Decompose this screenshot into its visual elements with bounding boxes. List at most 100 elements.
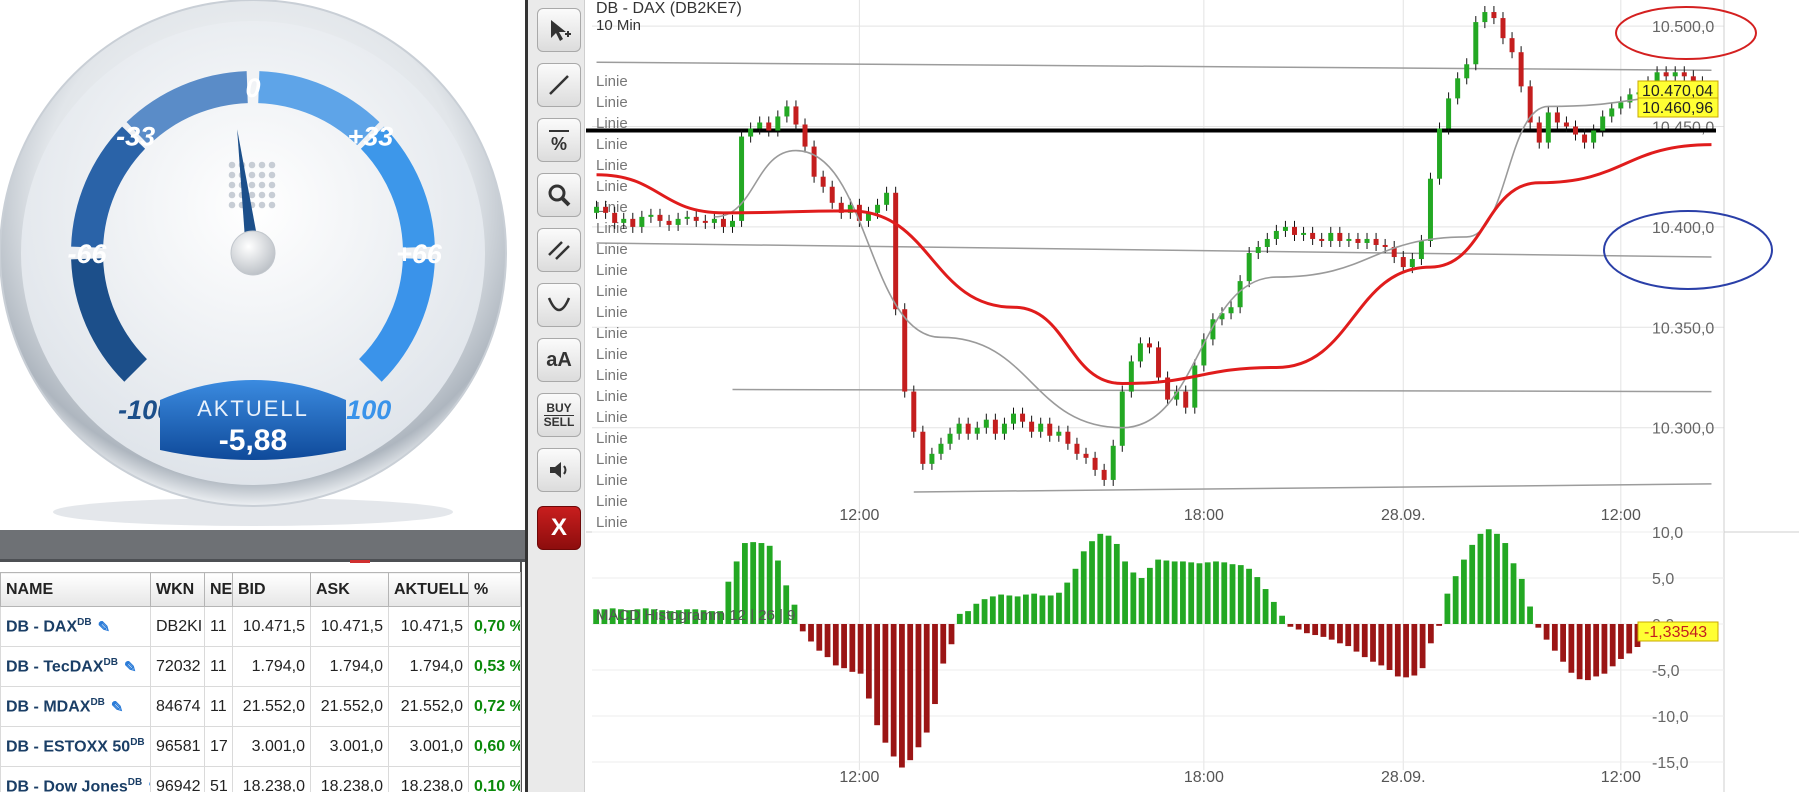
- candle: [1554, 112, 1560, 123]
- edit-pencil-icon[interactable]: ✎: [111, 698, 124, 716]
- trendline[interactable]: [732, 388, 1712, 393]
- line-label: Linie: [596, 472, 628, 489]
- macd-bar: [832, 624, 839, 666]
- table-row[interactable]: DB - ESTOXX 50DB✎96581173.001,03.001,03.…: [0, 726, 521, 767]
- price-tick-label: 10.400,0: [1652, 220, 1714, 237]
- macd-bar: [849, 624, 856, 672]
- cell-name[interactable]: DB - Dow JonesDB✎: [0, 766, 151, 792]
- candle: [884, 192, 890, 205]
- column-header-ask[interactable]: ASK: [310, 572, 389, 607]
- candle: [1183, 391, 1189, 408]
- close-chart-button[interactable]: X: [537, 506, 581, 550]
- column-header-ne[interactable]: NE: [204, 572, 233, 607]
- macd-bar: [1601, 624, 1608, 674]
- macd-bar: [998, 594, 1004, 624]
- candle: [1011, 413, 1016, 424]
- percent-tool-button[interactable]: %: [537, 118, 581, 162]
- sound-tool-button[interactable]: [537, 448, 581, 492]
- cell-ne: 11: [204, 646, 233, 687]
- cell-percent: 0,70 %: [468, 606, 521, 647]
- candle: [1319, 238, 1325, 241]
- candle: [702, 220, 708, 223]
- gauge-tick-label: +33: [347, 122, 393, 152]
- column-header-name[interactable]: NAME: [0, 572, 151, 607]
- candle: [775, 116, 781, 131]
- table-row[interactable]: DB - Dow JonesDB✎969425118.238,018.238,0…: [0, 766, 521, 792]
- candle: [811, 146, 817, 177]
- price-chart[interactable]: 10.300,0 10.350,0 10.400,0 10.450,0 10.500,0…: [586, 0, 1799, 792]
- column-header-aktuell[interactable]: AKTUELL: [388, 572, 469, 607]
- candle: [1464, 64, 1470, 79]
- table-row[interactable]: DB - DAXDB ✎ DB2KI 11 10.471,5 10.471,5 10.471…: [0, 606, 521, 647]
- candle: [1446, 98, 1452, 129]
- candle: [1101, 469, 1107, 480]
- cell-percent: 0,60 %: [468, 726, 521, 767]
- column-header-percent[interactable]: %: [468, 572, 521, 607]
- macd-tick-label: -10,0: [1652, 709, 1689, 726]
- macd-bar: [1411, 624, 1418, 676]
- macd-bar: [1576, 624, 1583, 680]
- moving-average-fast: [714, 93, 1712, 429]
- candle: [1328, 232, 1334, 241]
- line-label: Linie: [596, 325, 628, 342]
- cell-ne: 11: [204, 606, 233, 647]
- macd-axis: 10,05,00,0-5,0-10,0-15,0: [1652, 525, 1689, 772]
- macd-bar: [1337, 624, 1343, 644]
- candle: [612, 212, 618, 223]
- macd-bar: [816, 624, 823, 651]
- line-label: Linie: [596, 430, 628, 447]
- trendline[interactable]: [596, 61, 1712, 72]
- channel-tool-button[interactable]: [537, 228, 581, 272]
- cell-bid: 1.794,0: [232, 646, 311, 687]
- cell-name[interactable]: DB - MDAXDB ✎: [0, 686, 151, 727]
- candle: [1364, 238, 1370, 243]
- candle: [1065, 431, 1071, 444]
- macd-bar: [1229, 564, 1236, 624]
- chart-canvas[interactable]: 10.300,0 10.350,0 10.400,0 10.450,0 10.500,0…: [586, 0, 1799, 792]
- cell-bid: 10.471,5: [232, 606, 311, 647]
- candle: [1409, 259, 1415, 268]
- arc-tool-button[interactable]: [537, 283, 581, 327]
- macd-bar: [1237, 565, 1244, 624]
- pointer-add-icon: [551, 20, 571, 41]
- candle: [693, 216, 699, 221]
- price-tick-label: 10.450,0: [1652, 120, 1714, 137]
- macd-bar: [1196, 563, 1203, 624]
- trendline[interactable]: [913, 483, 1712, 493]
- macd-bar: [1568, 624, 1575, 673]
- line-labels: Linie Linie Linie Linie Linie Linie Linie Linie…: [596, 73, 628, 531]
- macd-label: MACD Histogramm 12 | 26 | 9: [596, 607, 796, 624]
- candle: [1156, 347, 1162, 378]
- table-row[interactable]: DB - TecDAXDB ✎ 72032 11 1.794,0 1.794,0 1.794…: [0, 646, 521, 687]
- macd-bar: [1146, 567, 1153, 624]
- line-tool-button[interactable]: [537, 63, 581, 107]
- cell-name[interactable]: DB - ESTOXX 50DB✎: [0, 726, 151, 767]
- cell-name[interactable]: DB - DAXDB ✎: [0, 606, 151, 647]
- edit-pencil-icon[interactable]: ✎: [98, 618, 111, 636]
- candle: [1663, 72, 1669, 77]
- candle: [1600, 116, 1606, 131]
- price-tick-label: 10.500,0: [1652, 19, 1714, 36]
- pointer-tool-button[interactable]: [537, 8, 581, 52]
- candle: [630, 218, 636, 227]
- candle: [920, 431, 926, 464]
- candle: [1545, 112, 1551, 143]
- zoom-tool-button[interactable]: [537, 173, 581, 217]
- cell-name[interactable]: DB - TecDAXDB ✎: [0, 646, 151, 687]
- column-header-wkn[interactable]: WKN: [150, 572, 205, 607]
- column-header-bid[interactable]: BID: [232, 572, 311, 607]
- candle: [947, 433, 953, 444]
- buy-sell-tool-button[interactable]: BUY SELL: [537, 393, 581, 437]
- edit-pencil-icon[interactable]: ✎: [124, 658, 137, 676]
- macd-bar: [1155, 559, 1162, 624]
- text-tool-button[interactable]: aA: [537, 338, 581, 382]
- gauge-dot: [228, 201, 236, 209]
- macd-bar: [808, 624, 814, 642]
- macd-bar: [1436, 624, 1443, 626]
- macd-bar: [973, 603, 980, 624]
- macd-bar: [1593, 624, 1600, 677]
- table-row[interactable]: DB - MDAXDB ✎ 84674 11 21.552,0 21.552,0 21.55…: [0, 686, 521, 727]
- text-size-icon: aA: [546, 348, 572, 371]
- trendline[interactable]: [596, 242, 1712, 258]
- resize-handle[interactable]: [350, 560, 370, 563]
